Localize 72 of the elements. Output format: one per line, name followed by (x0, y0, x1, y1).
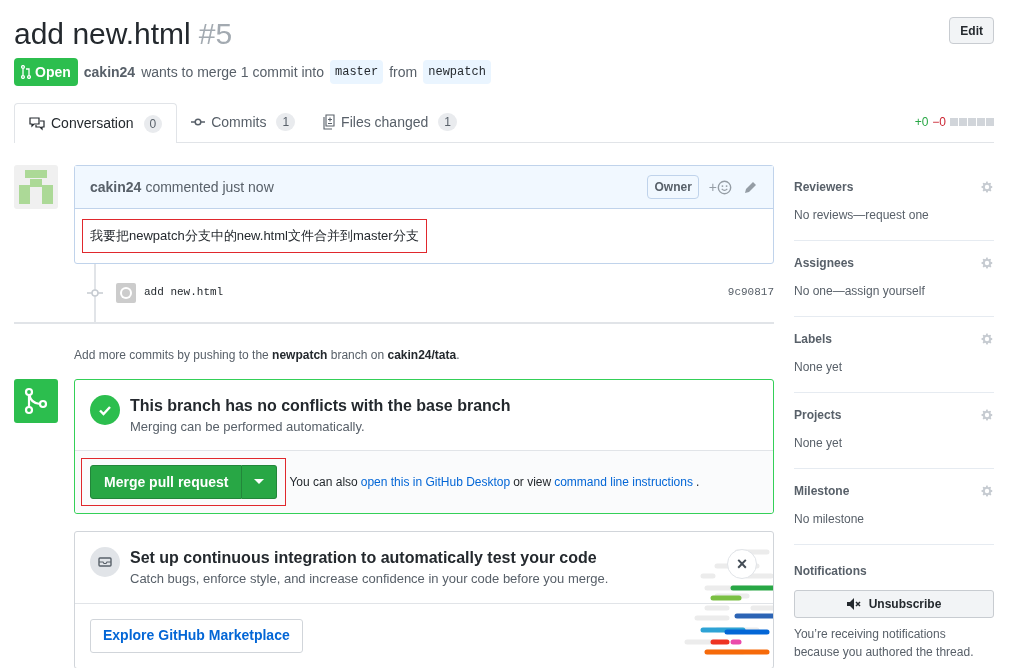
sidebar-heading: Assignees (794, 255, 855, 272)
sidebar-heading: Notifications (794, 563, 868, 580)
merge-hint-text: or view (513, 474, 552, 491)
pr-number: #5 (198, 16, 233, 52)
edit-button[interactable]: Edit (949, 17, 994, 44)
tab-label: Conversation (51, 114, 134, 133)
pencil-icon[interactable] (744, 180, 758, 194)
commit-icon (191, 117, 206, 127)
merge-status-subtitle: Merging can be performed automatically. (130, 417, 366, 436)
comment-author[interactable]: cakin24 (90, 176, 142, 198)
help-link[interactable]: command line instructions (554, 473, 693, 491)
merge-hint-text: . (695, 474, 700, 491)
tab[interactable]: Commits 1 (177, 102, 310, 142)
caret-icon (254, 479, 265, 485)
base-branch-label: master (330, 60, 384, 84)
commit-node-icon (87, 287, 103, 298)
diffstat-blocks-icon (950, 118, 994, 126)
push-hint: Add more commits by pushing to the newpatch branch on cakin24/tata. (74, 346, 461, 364)
inbox-icon (90, 547, 120, 577)
sidebar-heading: Projects (794, 407, 842, 424)
tab[interactable]: Files changed 1 (309, 102, 471, 142)
pull-request-icon (21, 65, 31, 79)
comment-body: 我要把newpatch分支中的new.html文件合并到master分支 (82, 219, 427, 253)
count-badge: 0 (143, 114, 163, 133)
sidebar-value: None yet (794, 435, 844, 452)
count-badge: 1 (276, 113, 296, 131)
settings-icon[interactable] (980, 484, 994, 498)
sidebar-heading: Labels (794, 331, 832, 348)
from-text: from (389, 62, 418, 82)
commit-sha[interactable]: 9c90817 (727, 284, 774, 301)
sidebar-heading: Milestone (794, 483, 850, 500)
status-badge: Open (14, 58, 78, 86)
sidebar-value: None yet (794, 359, 844, 376)
count-badge: 1 (438, 113, 457, 131)
merge-icon (14, 378, 58, 423)
settings-icon[interactable] (980, 408, 994, 422)
tab-label: Files changed (341, 112, 429, 132)
merge-hint-text: You can also (289, 474, 358, 491)
ci-subtitle: Catch bugs, enforce style, and increase confidence in your code before you merge. (130, 570, 609, 588)
check-circle-icon (90, 394, 120, 425)
settings-icon[interactable] (980, 180, 994, 194)
marketplace-button[interactable]: Explore GitHub Marketplace (90, 618, 303, 653)
pr-title: add new.html (14, 16, 191, 52)
author-link[interactable]: cakin24 (83, 61, 136, 83)
settings-icon[interactable] (980, 256, 994, 270)
sidebar-value: No reviews—request one (794, 207, 930, 224)
merge-options-button[interactable] (242, 465, 278, 499)
tab-label: Commits (211, 112, 267, 132)
close-button[interactable]: × (727, 549, 757, 579)
commit-message[interactable]: add new.html (144, 284, 224, 301)
avatar-icon (116, 282, 136, 303)
notification-note: You’re receiving notifications because you authored the thread. (794, 626, 975, 661)
avatar-image (14, 165, 58, 209)
merge-status-title: This branch has no conflicts with the base branch (130, 395, 511, 416)
deletions-count: −0 (932, 114, 946, 131)
help-link[interactable]: open this in GitHub Desktop (360, 473, 511, 491)
settings-icon[interactable] (980, 332, 994, 346)
sidebar-value: No milestone (794, 511, 866, 528)
smiley-icon (717, 179, 732, 195)
tab[interactable]: Conversation 0 (14, 103, 178, 143)
mute-icon (846, 598, 863, 610)
ci-title: Set up continuous integration to automatically test your code (130, 548, 598, 568)
speech-bubbles-icon (29, 116, 45, 131)
merge-description: wants to merge 1 commit into (141, 62, 324, 82)
file-diff-icon (323, 114, 336, 130)
owner-badge: Owner (647, 175, 699, 199)
sidebar-value: No one—assign yourself (794, 283, 926, 300)
unsubscribe-button[interactable]: Unsubscribe (794, 590, 994, 618)
head-branch-label: newpatch (423, 60, 491, 84)
sidebar-heading: Reviewers (794, 179, 854, 196)
additions-count: +0 (914, 114, 929, 131)
comment-time: commented just now (145, 177, 274, 197)
